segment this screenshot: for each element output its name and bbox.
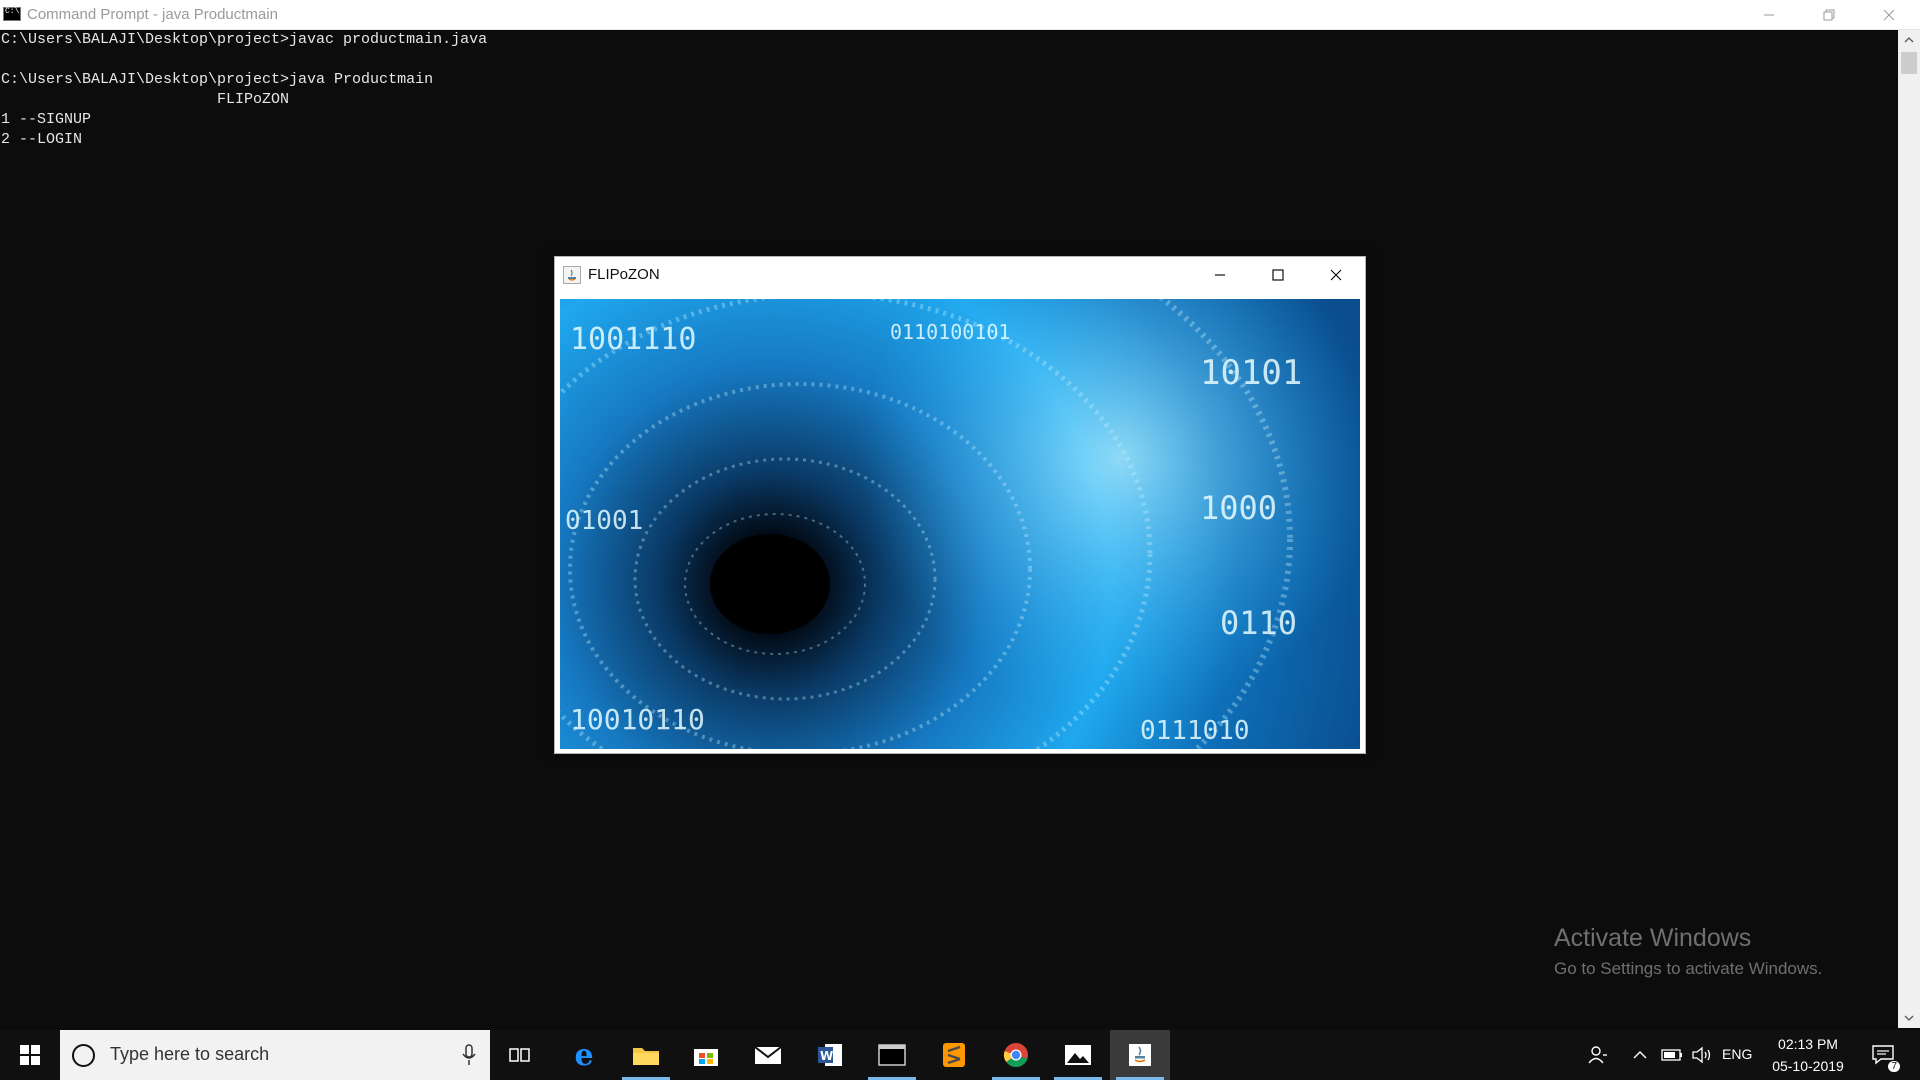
svg-text:0111010: 0111010 <box>1140 716 1250 746</box>
action-center-button[interactable]: 7 <box>1864 1030 1904 1080</box>
java-icon <box>563 266 581 284</box>
task-view-icon <box>509 1048 530 1062</box>
scroll-up-button[interactable] <box>1898 30 1920 50</box>
word-icon: W <box>818 1044 842 1066</box>
maximize-icon <box>1272 269 1284 281</box>
console-window-title: Command Prompt - java Productmain <box>27 6 278 23</box>
command-prompt-icon <box>878 1044 906 1066</box>
edge-icon: e <box>574 1037 594 1073</box>
taskbar-store[interactable] <box>676 1030 736 1080</box>
mail-icon <box>754 1046 782 1064</box>
close-icon <box>1330 269 1342 281</box>
taskbar-photos[interactable] <box>1048 1030 1108 1080</box>
search-input[interactable]: Type here to search <box>110 1044 269 1065</box>
chevron-up-icon <box>1904 37 1914 43</box>
taskbar-mail[interactable] <box>738 1030 798 1080</box>
restore-button[interactable] <box>1806 0 1852 29</box>
clock-date[interactable]: 05-10-2019 <box>1760 1058 1856 1074</box>
taskbar: Type here to search e W ENG 02:13 PM 05-… <box>0 1030 1920 1080</box>
minimize-button[interactable] <box>1746 0 1792 29</box>
svg-text:10101: 10101 <box>1200 353 1302 393</box>
svg-text:10010110: 10010110 <box>570 703 705 736</box>
folder-icon <box>633 1048 659 1065</box>
search-box[interactable]: Type here to search <box>60 1030 490 1080</box>
svg-text:01001: 01001 <box>565 506 643 536</box>
binary-tunnel-image: 1001110 10101 1000 0110 10010110 0111010… <box>560 299 1360 749</box>
microphone-icon[interactable] <box>462 1044 476 1066</box>
taskbar-sublime-text[interactable] <box>924 1030 984 1080</box>
svg-text:1001110: 1001110 <box>570 322 696 357</box>
svg-text:0110: 0110 <box>1220 604 1297 642</box>
chevron-up-icon <box>1633 1051 1647 1059</box>
minimize-icon <box>1764 14 1774 15</box>
chrome-icon <box>1003 1043 1028 1067</box>
scroll-thumb[interactable] <box>1901 52 1917 74</box>
taskbar-chrome[interactable] <box>986 1030 1046 1080</box>
taskbar-file-explorer[interactable] <box>616 1030 676 1080</box>
battery-button[interactable] <box>1658 1030 1686 1080</box>
console-line: 2 --LOGIN <box>1 131 83 148</box>
java-icon <box>1129 1044 1151 1066</box>
console-line: 1 --SIGNUP <box>1 111 92 128</box>
taskbar-edge[interactable]: e <box>554 1030 614 1080</box>
windows-logo-icon <box>20 1045 40 1065</box>
console-line: FLIPoZON <box>1 91 290 108</box>
java-maximize-button[interactable] <box>1249 257 1307 293</box>
svg-text:1000: 1000 <box>1200 489 1277 527</box>
command-prompt-icon <box>3 7 21 21</box>
cortana-icon <box>72 1044 95 1067</box>
store-icon <box>694 1049 718 1066</box>
close-button[interactable] <box>1866 0 1912 29</box>
clock-time[interactable]: 02:13 PM <box>1760 1036 1856 1052</box>
chevron-down-icon <box>1904 1015 1914 1021</box>
language-indicator[interactable]: ENG <box>1722 1046 1752 1062</box>
restore-icon <box>1823 9 1835 20</box>
taskbar-java[interactable] <box>1110 1030 1170 1080</box>
taskbar-word[interactable]: W <box>800 1030 860 1080</box>
activate-windows-subtitle: Go to Settings to activate Windows. <box>1554 959 1823 978</box>
console-line: C:\Users\BALAJI\Desktop\project>java Pro… <box>1 71 434 88</box>
taskbar-command-prompt[interactable] <box>862 1030 922 1080</box>
notification-count-badge: 7 <box>1888 1061 1900 1072</box>
battery-icon <box>1661 1049 1682 1061</box>
java-window-titlebar[interactable]: FLIPoZON <box>555 257 1365 293</box>
console-line: C:\Users\BALAJI\Desktop\project>javac pr… <box>1 31 488 48</box>
activate-windows-title: Activate Windows <box>1554 924 1752 952</box>
close-icon <box>1883 9 1895 20</box>
java-window-title: FLIPoZON <box>588 266 660 283</box>
volume-icon <box>1692 1046 1711 1064</box>
volume-button[interactable] <box>1688 1030 1716 1080</box>
java-minimize-button[interactable] <box>1191 257 1249 293</box>
sublime-text-icon <box>943 1043 965 1067</box>
svg-text:W: W <box>820 1049 833 1063</box>
java-close-button[interactable] <box>1307 257 1365 293</box>
svg-text:0110100101: 0110100101 <box>890 320 1010 344</box>
java-app-window[interactable]: FLIPoZON 1001110 10101 1000 0110 1001011… <box>554 256 1366 754</box>
people-icon <box>1588 1046 1607 1064</box>
minimize-icon <box>1215 274 1225 276</box>
task-view-button[interactable] <box>490 1030 550 1080</box>
scroll-down-button[interactable] <box>1898 1008 1920 1028</box>
console-scrollbar[interactable] <box>1898 30 1920 1028</box>
show-hidden-icons-button[interactable] <box>1628 1030 1652 1080</box>
start-button[interactable] <box>0 1030 60 1080</box>
console-titlebar[interactable]: Command Prompt - java Productmain <box>0 0 1920 30</box>
photos-icon <box>1065 1045 1091 1065</box>
people-button[interactable] <box>1582 1030 1614 1080</box>
